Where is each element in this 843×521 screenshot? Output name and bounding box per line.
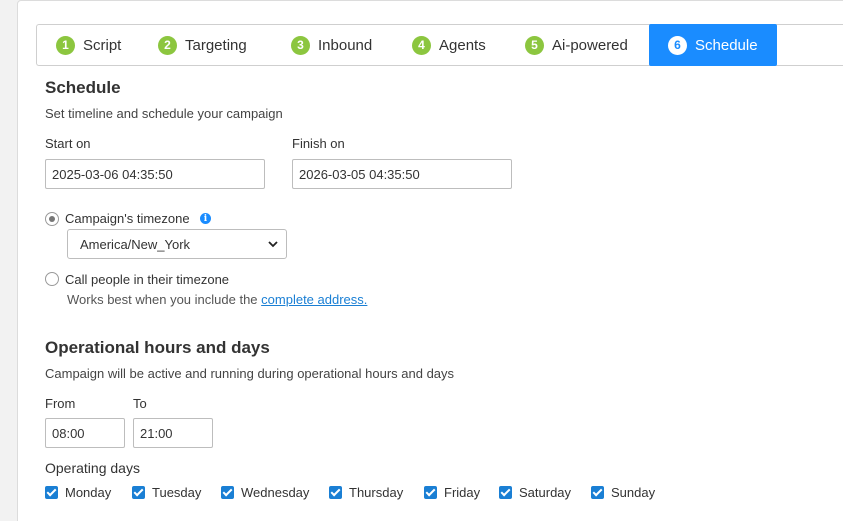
- tab-schedule[interactable]: 6 Schedule: [649, 24, 777, 66]
- day-checkbox-friday[interactable]: Friday: [424, 485, 480, 500]
- day-checkbox-sunday[interactable]: Sunday: [591, 485, 655, 500]
- from-time-value: 08:00: [52, 425, 85, 441]
- start-on-label: Start on: [45, 136, 91, 151]
- step-number-badge: 2: [158, 35, 177, 55]
- day-checkbox-wednesday[interactable]: Wednesday: [221, 485, 309, 500]
- checkbox-checked[interactable]: [499, 486, 512, 499]
- day-label: Sunday: [611, 485, 656, 500]
- checkbox-checked[interactable]: [45, 486, 58, 499]
- tab-label: Ai-powered: [552, 36, 628, 54]
- tab-label: Script: [83, 36, 122, 54]
- start-date-value: 2025-03-06 04:35:50: [52, 166, 173, 182]
- from-label: From: [45, 396, 76, 411]
- local-timezone-hint: Works best when you include the complete…: [67, 292, 367, 307]
- day-checkbox-saturday[interactable]: Saturday: [499, 485, 571, 500]
- complete-address-link[interactable]: complete address.: [261, 292, 367, 307]
- step-number-badge: 6: [668, 35, 687, 55]
- timezone-select[interactable]: America/New_York: [67, 229, 287, 259]
- checkbox-checked[interactable]: [329, 486, 342, 499]
- day-label: Wednesday: [241, 485, 310, 500]
- tab-label: Schedule: [695, 36, 758, 54]
- hint-text: Works best when you include the: [67, 292, 258, 307]
- step-tabs: 1 Script 2 Targeting 3 Inbound 4 Agents …: [36, 24, 843, 66]
- to-time-input[interactable]: 21:00: [133, 418, 213, 448]
- day-label: Monday: [65, 485, 112, 500]
- day-label: Thursday: [349, 485, 404, 500]
- tab-targeting[interactable]: 2 Targeting: [158, 25, 291, 65]
- tab-script[interactable]: 1 Script: [56, 25, 158, 65]
- finish-on-label: Finish on: [292, 136, 345, 151]
- tab-inbound[interactable]: 3 Inbound: [291, 25, 412, 65]
- tab-agents[interactable]: 4 Agents: [412, 25, 525, 65]
- chevron-down-icon: [268, 240, 278, 247]
- operating-days-label: Operating days: [45, 460, 140, 476]
- step-number-badge: 4: [412, 35, 431, 55]
- to-time-value: 21:00: [140, 425, 173, 441]
- day-label: Saturday: [519, 485, 572, 500]
- day-checkbox-thursday[interactable]: Thursday: [329, 485, 403, 500]
- local-timezone-radio[interactable]: [45, 272, 59, 286]
- tab-label: Agents: [439, 36, 486, 54]
- checkbox-checked[interactable]: [424, 486, 437, 499]
- from-time-input[interactable]: 08:00: [45, 418, 125, 448]
- campaign-timezone-radio[interactable]: [45, 212, 59, 226]
- day-checkbox-tuesday[interactable]: Tuesday: [132, 485, 201, 500]
- info-icon[interactable]: i: [200, 213, 211, 224]
- start-date-input[interactable]: 2025-03-06 04:35:50: [45, 159, 265, 189]
- checkbox-checked[interactable]: [221, 486, 234, 499]
- step-number-badge: 5: [525, 35, 544, 55]
- tab-ai-powered[interactable]: 5 Ai-powered: [525, 25, 649, 65]
- local-timezone-label[interactable]: Call people in their timezone: [65, 272, 229, 287]
- campaign-timezone-label[interactable]: Campaign's timezone: [65, 211, 190, 226]
- timezone-selected-value: America/New_York: [80, 236, 191, 252]
- day-checkbox-monday[interactable]: Monday: [45, 485, 111, 500]
- operational-subtitle: Campaign will be active and running duri…: [45, 366, 455, 381]
- operational-heading: Operational hours and days: [45, 338, 270, 357]
- day-label: Friday: [444, 485, 481, 500]
- checkbox-checked[interactable]: [591, 486, 604, 499]
- to-label: To: [133, 396, 147, 411]
- step-number-badge: 1: [56, 35, 75, 55]
- tab-label: Targeting: [185, 36, 247, 54]
- finish-date-input[interactable]: 2026-03-05 04:35:50: [292, 159, 512, 189]
- day-label: Tuesday: [152, 485, 202, 500]
- checkbox-checked[interactable]: [132, 486, 145, 499]
- finish-date-value: 2026-03-05 04:35:50: [299, 166, 420, 182]
- schedule-subtitle: Set timeline and schedule your campaign: [45, 106, 283, 121]
- schedule-heading: Schedule: [45, 78, 121, 97]
- tab-label: Inbound: [318, 36, 373, 54]
- step-number-badge: 3: [291, 35, 310, 55]
